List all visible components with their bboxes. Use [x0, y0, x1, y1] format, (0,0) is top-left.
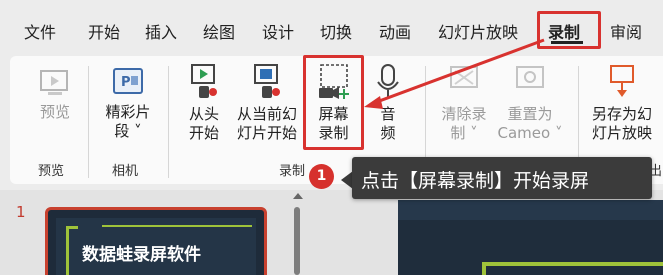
- main-slide-bracket: [482, 262, 663, 275]
- step-badge: 1: [309, 164, 334, 189]
- main-slide-shade: [398, 200, 663, 220]
- thumbnail-bracket: [66, 226, 78, 275]
- arrow-from-menu: [373, 38, 545, 105]
- slide-number: 1: [16, 203, 26, 221]
- thumbnail-title: 数据蛙录屏软件: [82, 245, 201, 265]
- scrollbar-thumb[interactable]: [294, 207, 300, 275]
- thumbnail-rule: [102, 225, 252, 227]
- scroll-up-icon[interactable]: [293, 193, 303, 199]
- callout-text: 点击【屏幕录制】开始录屏: [361, 170, 590, 192]
- arrowhead-icon: [364, 96, 383, 109]
